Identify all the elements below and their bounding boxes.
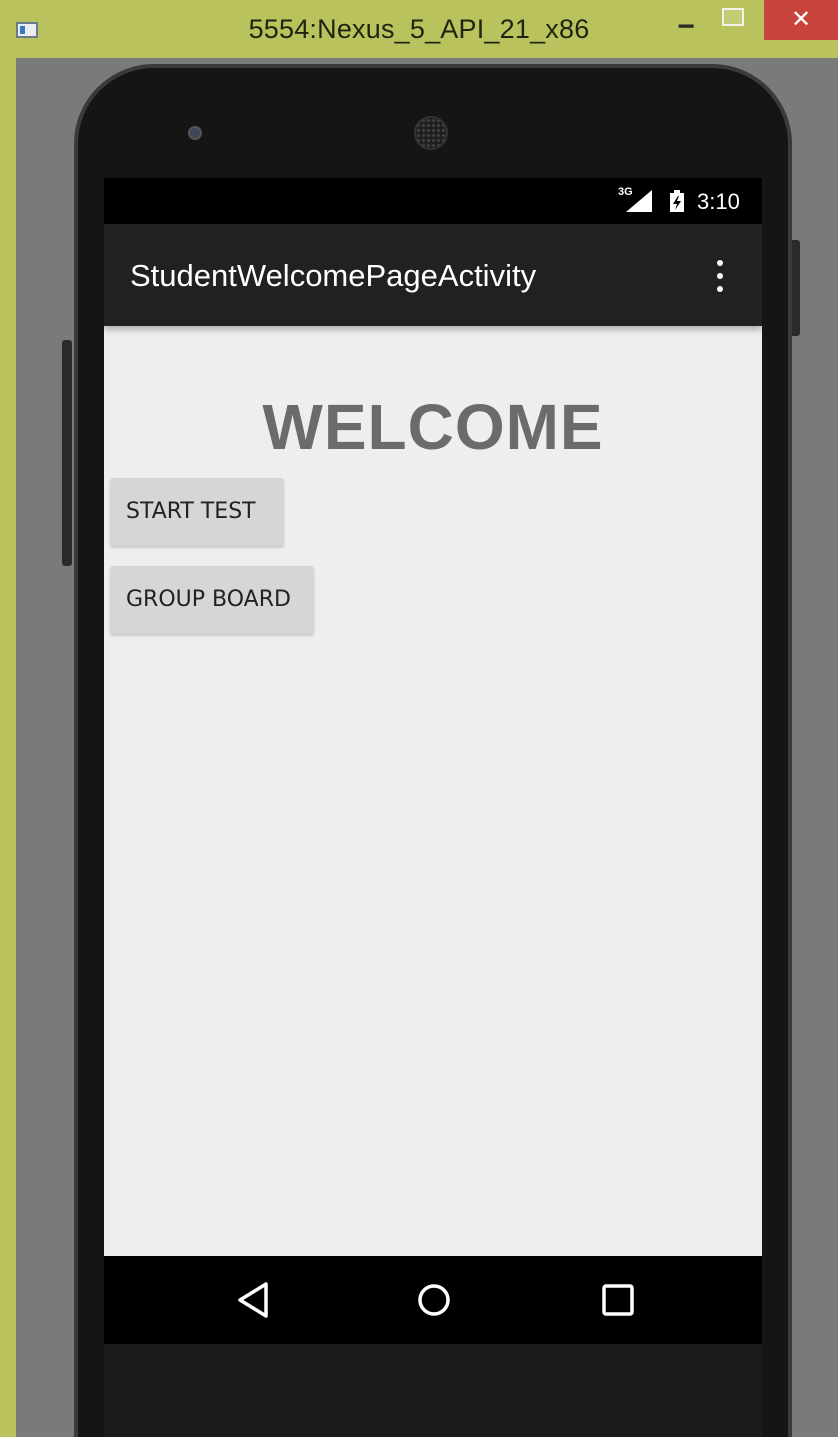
home-circle-icon[interactable] [410, 1276, 458, 1324]
close-button[interactable]: ✕ [764, 0, 838, 40]
volume-side-button[interactable] [62, 340, 72, 566]
phone-chin [104, 1344, 762, 1437]
start-test-button[interactable]: START TEST [110, 478, 284, 546]
status-clock: 3:10 [697, 189, 740, 214]
welcome-heading: WELCOME [262, 391, 604, 463]
maximize-button[interactable] [722, 8, 744, 26]
navigation-bar [104, 1256, 762, 1344]
more-vert-icon[interactable] [708, 258, 732, 294]
toolbar-title: StudentWelcomePageActivity [130, 258, 537, 293]
minimize-button[interactable]: − [672, 12, 700, 44]
front-camera-icon [188, 126, 202, 140]
app-toolbar: StudentWelcomePageActivity [104, 224, 762, 326]
window-frame-left [0, 58, 16, 1437]
cell-signal-icon [626, 190, 652, 212]
group-board-button[interactable]: GROUP BOARD [110, 566, 314, 634]
recents-square-icon[interactable] [594, 1276, 642, 1324]
earpiece-speaker-icon [414, 116, 448, 150]
window-title: 5554:Nexus_5_API_21_x86 [248, 14, 590, 44]
back-triangle-icon[interactable] [230, 1276, 278, 1324]
battery-charging-icon [670, 190, 684, 212]
device-screen: 3G 3:10 StudentWelcomePageActivity WELCO… [104, 178, 762, 1344]
window-titlebar: 5554:Nexus_5_API_21_x86 − ✕ [0, 0, 838, 58]
status-bar: 3G 3:10 [104, 178, 762, 224]
